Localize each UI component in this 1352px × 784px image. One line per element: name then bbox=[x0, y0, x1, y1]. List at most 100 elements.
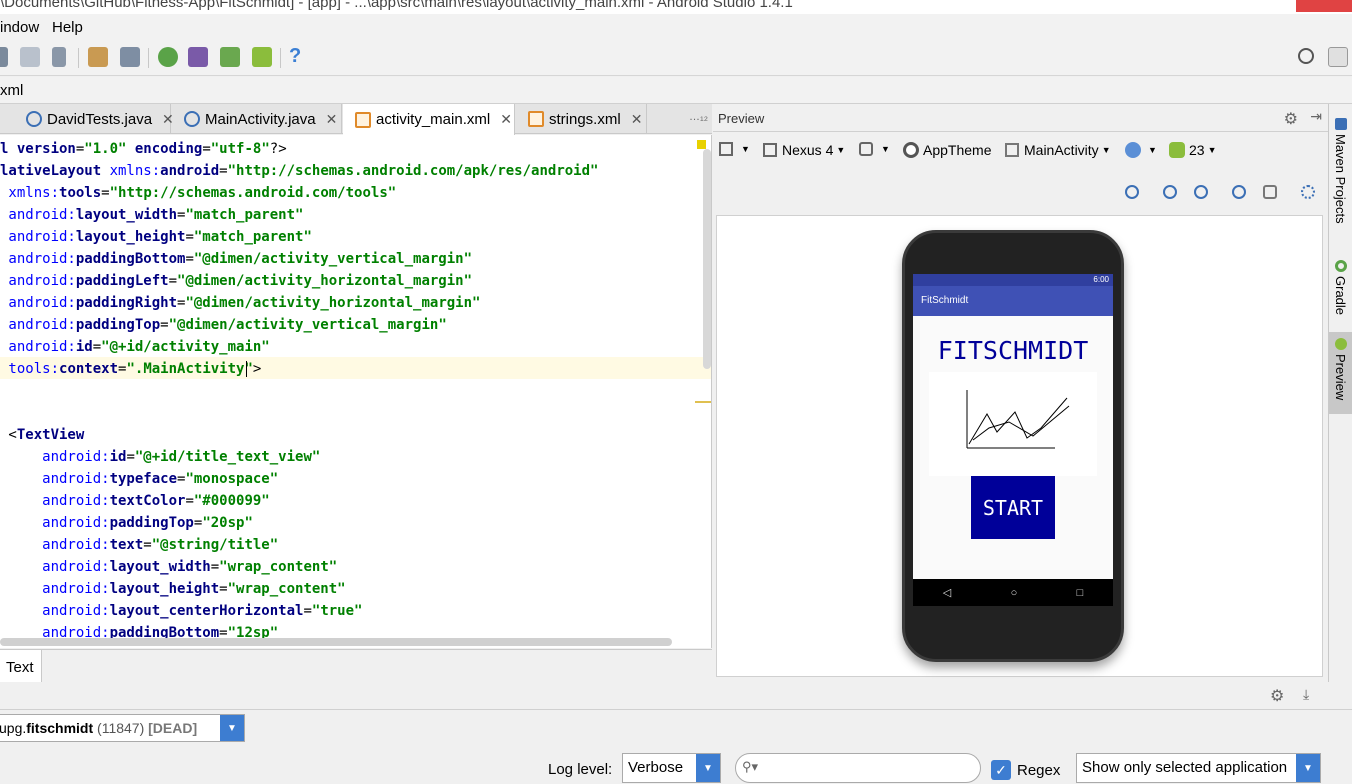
code-token: "@dimen/activity_horizontal_margin" bbox=[177, 273, 473, 289]
activity-dropdown[interactable]: MainActivity ▼ bbox=[1005, 142, 1111, 158]
android-icon bbox=[1334, 338, 1347, 350]
hide-panel-icon[interactable]: ⤓ bbox=[1303, 686, 1309, 703]
log-level-select[interactable]: Verbose ▼ bbox=[622, 753, 721, 783]
code-token: android bbox=[160, 163, 220, 179]
tab-label: Gradle bbox=[1333, 276, 1348, 316]
horizontal-scrollbar[interactable] bbox=[0, 638, 672, 646]
sync-gradle-icon[interactable] bbox=[158, 47, 178, 67]
close-tab-icon[interactable]: ✕ bbox=[326, 111, 338, 128]
run-icon[interactable] bbox=[0, 47, 8, 67]
debug-icon[interactable] bbox=[20, 47, 40, 67]
device-label: Nexus 4 bbox=[782, 142, 834, 158]
search-everywhere-icon[interactable] bbox=[1298, 48, 1314, 64]
preview-canvas: 6:00 FitSchmidt FITSCHMIDT START ◁ ○ □ bbox=[716, 215, 1323, 677]
code-token: "#000099" bbox=[193, 493, 270, 509]
zoom-in-button[interactable] bbox=[1156, 178, 1184, 206]
back-icon[interactable]: ◁ bbox=[943, 586, 951, 599]
home-icon[interactable]: ○ bbox=[1011, 587, 1018, 599]
zoom-out-button[interactable] bbox=[1187, 178, 1215, 206]
help-icon[interactable]: ? bbox=[289, 45, 301, 68]
code-token: encoding bbox=[126, 141, 203, 157]
code-editor[interactable]: l version="1.0" encoding="utf-8"?> lative… bbox=[0, 135, 712, 648]
code-line: android:id="@+id/activity_main" bbox=[0, 336, 269, 358]
logcat-search-input[interactable]: ⚲▾ bbox=[735, 753, 981, 783]
orientation-dropdown[interactable]: ▼ bbox=[859, 142, 890, 156]
avd-manager-icon[interactable] bbox=[188, 47, 208, 67]
event-log-icon[interactable] bbox=[1328, 47, 1348, 67]
code-line: android:layout_centerHorizontal="true" bbox=[0, 600, 362, 622]
screenshot-button[interactable] bbox=[1256, 178, 1284, 206]
gear-icon[interactable]: ⚙ bbox=[1270, 686, 1284, 706]
app-name: FitSchmidt bbox=[921, 295, 969, 306]
tab-davidtests[interactable]: DavidTests.java ✕ bbox=[14, 104, 174, 134]
code-token: "@string/title" bbox=[151, 537, 279, 553]
window-title: \Documents\GitHub\Fitness-App\FitSchmidt… bbox=[0, 0, 793, 11]
process-pid: (11847) bbox=[97, 720, 145, 736]
tab-mainactivity[interactable]: MainActivity.java ✕ bbox=[172, 104, 342, 134]
tab-label: MainActivity.java bbox=[205, 110, 316, 128]
locale-dropdown[interactable]: ▼ bbox=[1125, 142, 1157, 158]
code-token: xmlns: bbox=[0, 185, 60, 201]
chevron-down-icon[interactable]: ▼ bbox=[1296, 754, 1320, 782]
tab-gradle[interactable]: Gradle bbox=[1329, 260, 1352, 315]
code-token: = bbox=[219, 163, 228, 179]
android-device-monitor-icon[interactable] bbox=[220, 47, 240, 67]
code-token: = bbox=[160, 317, 169, 333]
vertical-scrollbar[interactable] bbox=[703, 149, 711, 369]
project-structure-icon[interactable] bbox=[88, 47, 108, 67]
theme-selector[interactable]: AppTheme bbox=[903, 142, 991, 158]
code-token: id bbox=[75, 339, 93, 355]
preview-toolbar: ▼ Nexus 4 ▼ ▼ AppTheme MainActivity ▼ ▼ 23… bbox=[713, 133, 1328, 169]
attach-debugger-icon[interactable] bbox=[52, 47, 66, 67]
process-prefix: upg. bbox=[0, 720, 27, 736]
refresh-button[interactable] bbox=[1225, 178, 1253, 206]
android-icon[interactable] bbox=[252, 47, 272, 67]
tab-overflow-icon[interactable]: …₁₂ bbox=[689, 111, 708, 123]
code-token: = bbox=[185, 251, 194, 267]
close-tab-icon[interactable]: ✕ bbox=[631, 111, 643, 128]
java-class-icon bbox=[184, 111, 200, 127]
close-tab-icon[interactable]: ✕ bbox=[500, 111, 512, 128]
process-selector[interactable]: upg.fitschmidt (11847) [DEAD] ▼ bbox=[0, 714, 245, 742]
code-line: android:paddingTop="@dimen/activity_vert… bbox=[0, 314, 446, 336]
hide-panel-icon[interactable]: ⇥ bbox=[1310, 108, 1322, 125]
code-token: paddingBottom bbox=[75, 251, 186, 267]
inspection-marker-icon[interactable] bbox=[697, 140, 706, 149]
code-token: paddingLeft bbox=[75, 273, 169, 289]
chevron-down-icon[interactable]: ▼ bbox=[220, 715, 244, 741]
regex-checkbox[interactable]: ✓ bbox=[991, 760, 1011, 780]
warning-stripe[interactable] bbox=[695, 401, 711, 403]
tab-text[interactable]: Text bbox=[0, 650, 42, 683]
device-dropdown[interactable]: Nexus 4 ▼ bbox=[763, 142, 845, 158]
zoom-actual-button[interactable] bbox=[1118, 178, 1146, 206]
tab-strings[interactable]: strings.xml ✕ bbox=[516, 104, 647, 134]
menu-help[interactable]: Help bbox=[52, 19, 83, 36]
tab-preview[interactable]: Preview bbox=[1329, 332, 1352, 414]
tool-window-header: ⚙ ⤓ bbox=[0, 682, 1352, 710]
tab-maven-projects[interactable]: Maven Projects bbox=[1329, 118, 1352, 224]
start-button[interactable]: START bbox=[971, 476, 1055, 539]
code-token: android: bbox=[0, 317, 76, 333]
code-token: android: bbox=[0, 493, 110, 509]
layout-file-dropdown[interactable]: ▼ bbox=[719, 142, 750, 156]
main-toolbar: ? bbox=[0, 40, 1352, 76]
java-class-icon bbox=[26, 111, 42, 127]
filter-select[interactable]: Show only selected application ▼ bbox=[1076, 753, 1321, 783]
gear-icon bbox=[1301, 185, 1315, 199]
preview-settings-button[interactable] bbox=[1294, 178, 1322, 206]
menu-window[interactable]: indow bbox=[0, 19, 39, 36]
api-level-dropdown[interactable]: 23 ▼ bbox=[1169, 142, 1217, 158]
chevron-down-icon[interactable]: ▼ bbox=[696, 754, 720, 782]
log-level-value: Verbose bbox=[628, 759, 684, 776]
recents-icon[interactable]: □ bbox=[1077, 587, 1084, 599]
tab-activity-main[interactable]: activity_main.xml ✕ bbox=[343, 104, 515, 135]
code-token: = bbox=[303, 603, 312, 619]
toolbar-separator bbox=[78, 48, 79, 68]
gear-icon[interactable]: ⚙ bbox=[1284, 109, 1298, 129]
window-close-button[interactable] bbox=[1296, 0, 1352, 12]
code-token: paddingRight bbox=[75, 295, 178, 311]
menu-bar: indow Help bbox=[0, 14, 1352, 40]
code-token: = bbox=[126, 449, 135, 465]
breadcrumb-item[interactable]: xml bbox=[0, 82, 23, 99]
sdk-manager-icon[interactable] bbox=[120, 47, 140, 67]
